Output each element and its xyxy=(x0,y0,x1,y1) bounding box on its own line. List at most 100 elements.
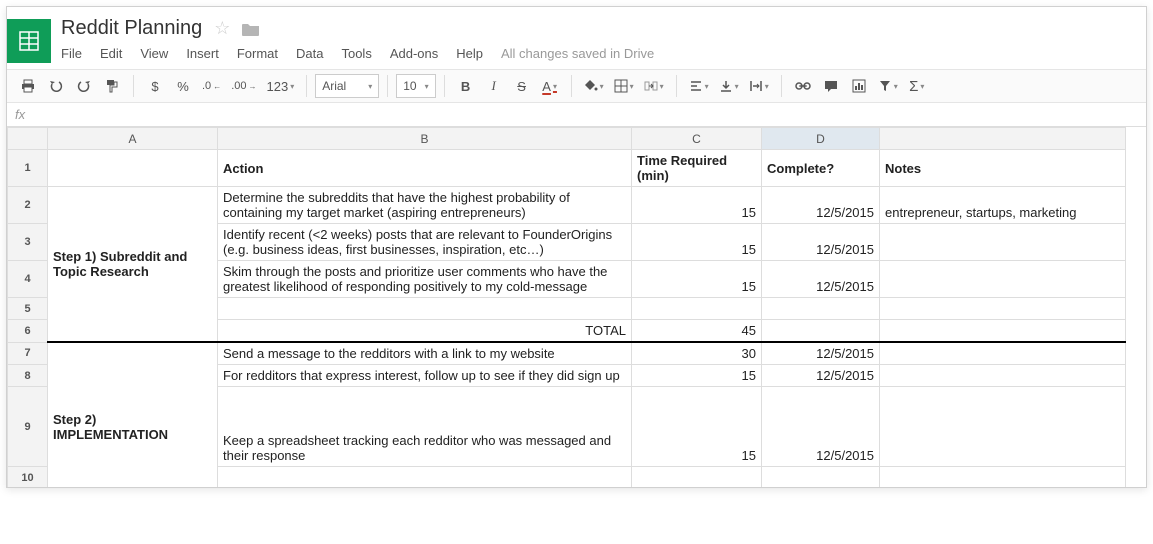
cell[interactable] xyxy=(632,467,762,488)
font-select[interactable]: Arial▾ xyxy=(315,74,379,98)
cell[interactable] xyxy=(48,150,218,187)
cell[interactable]: 45 xyxy=(632,320,762,343)
cell[interactable]: 12/5/2015 xyxy=(762,187,880,224)
row-header-9[interactable]: 9 xyxy=(8,387,48,467)
row-header-1[interactable]: 1 xyxy=(8,150,48,187)
filter-button[interactable]: ▾ xyxy=(874,73,902,99)
cell[interactable] xyxy=(880,365,1126,387)
col-header-B[interactable]: B xyxy=(218,128,632,150)
cell[interactable] xyxy=(762,298,880,320)
insert-chart-button[interactable] xyxy=(846,73,872,99)
cell[interactable]: Step 1) Subreddit and Topic Research xyxy=(48,187,218,343)
cell[interactable]: Complete? xyxy=(762,150,880,187)
cell[interactable]: 15 xyxy=(632,224,762,261)
cell[interactable]: Determine the subreddits that have the h… xyxy=(218,187,632,224)
grid[interactable]: A B C D 1 Action Time Required (min) Com… xyxy=(7,127,1126,487)
menu-addons[interactable]: Add-ons xyxy=(390,46,438,61)
increase-decimal-button[interactable]: .00→ xyxy=(227,73,260,99)
cell[interactable] xyxy=(880,342,1126,365)
bold-button[interactable]: B xyxy=(453,73,479,99)
star-icon[interactable]: ☆ xyxy=(214,18,230,39)
text-color-button[interactable]: A▾ xyxy=(537,73,563,99)
cell[interactable] xyxy=(880,261,1126,298)
cell[interactable]: 12/5/2015 xyxy=(762,387,880,467)
cell[interactable]: 15 xyxy=(632,365,762,387)
cell[interactable]: 12/5/2015 xyxy=(762,261,880,298)
cell[interactable] xyxy=(880,467,1126,488)
cell[interactable]: Action xyxy=(218,150,632,187)
merge-cells-button[interactable]: ▾ xyxy=(640,73,668,99)
sheet-area[interactable]: A B C D 1 Action Time Required (min) Com… xyxy=(7,127,1146,487)
strikethrough-button[interactable]: S xyxy=(509,73,535,99)
cell[interactable] xyxy=(218,298,632,320)
cell[interactable]: Send a message to the redditors with a l… xyxy=(218,342,632,365)
row-header-3[interactable]: 3 xyxy=(8,224,48,261)
menu-data[interactable]: Data xyxy=(296,46,323,61)
row-header-5[interactable]: 5 xyxy=(8,298,48,320)
cell[interactable]: 12/5/2015 xyxy=(762,365,880,387)
cell[interactable]: Identify recent (<2 weeks) posts that ar… xyxy=(218,224,632,261)
cell[interactable] xyxy=(880,320,1126,343)
decrease-decimal-button[interactable]: .0← xyxy=(198,73,225,99)
row-header-7[interactable]: 7 xyxy=(8,342,48,365)
doc-title[interactable]: Reddit Planning xyxy=(61,17,202,40)
percent-button[interactable]: % xyxy=(170,73,196,99)
menu-tools[interactable]: Tools xyxy=(341,46,371,61)
cell[interactable]: Step 2) IMPLEMENTATION xyxy=(48,342,218,487)
menu-format[interactable]: Format xyxy=(237,46,278,61)
cell[interactable]: 12/5/2015 xyxy=(762,342,880,365)
row-header-4[interactable]: 4 xyxy=(8,261,48,298)
borders-button[interactable]: ▾ xyxy=(610,73,638,99)
cell[interactable] xyxy=(218,467,632,488)
cell[interactable] xyxy=(880,387,1126,467)
functions-button[interactable]: Σ▾ xyxy=(904,73,930,99)
italic-button[interactable]: I xyxy=(481,73,507,99)
col-header-E[interactable] xyxy=(880,128,1126,150)
folder-icon[interactable] xyxy=(242,22,260,36)
col-header-C[interactable]: C xyxy=(632,128,762,150)
text-wrap-button[interactable]: ▾ xyxy=(745,73,773,99)
cell[interactable] xyxy=(762,467,880,488)
menu-file[interactable]: File xyxy=(61,46,82,61)
cell[interactable] xyxy=(880,224,1126,261)
paint-format-button[interactable] xyxy=(99,73,125,99)
undo-button[interactable] xyxy=(43,73,69,99)
select-all-corner[interactable] xyxy=(8,128,48,150)
print-button[interactable] xyxy=(15,73,41,99)
number-format-button[interactable]: 123▾ xyxy=(262,73,298,99)
cell[interactable]: For redditors that express interest, fol… xyxy=(218,365,632,387)
menu-insert[interactable]: Insert xyxy=(186,46,219,61)
cell[interactable]: Keep a spreadsheet tracking each reddito… xyxy=(218,387,632,467)
cell[interactable]: entrepreneur, startups, marketing xyxy=(880,187,1126,224)
cell[interactable]: 15 xyxy=(632,387,762,467)
cell[interactable] xyxy=(880,298,1126,320)
col-header-A[interactable]: A xyxy=(48,128,218,150)
redo-button[interactable] xyxy=(71,73,97,99)
menu-edit[interactable]: Edit xyxy=(100,46,122,61)
insert-link-button[interactable] xyxy=(790,73,816,99)
font-size-select[interactable]: 10▾ xyxy=(396,74,435,98)
cell[interactable]: 30 xyxy=(632,342,762,365)
cell[interactable] xyxy=(762,320,880,343)
fill-color-button[interactable]: ▾ xyxy=(580,73,608,99)
v-align-button[interactable]: ▾ xyxy=(715,73,743,99)
cell[interactable]: 12/5/2015 xyxy=(762,224,880,261)
cell[interactable]: Time Required (min) xyxy=(632,150,762,187)
cell[interactable]: Notes xyxy=(880,150,1126,187)
cell[interactable]: 15 xyxy=(632,187,762,224)
cell[interactable]: 15 xyxy=(632,261,762,298)
sheets-logo[interactable] xyxy=(7,19,51,63)
insert-comment-button[interactable] xyxy=(818,73,844,99)
cell[interactable] xyxy=(632,298,762,320)
row-header-8[interactable]: 8 xyxy=(8,365,48,387)
col-header-D[interactable]: D xyxy=(762,128,880,150)
formula-input[interactable] xyxy=(35,103,1138,126)
h-align-button[interactable]: ▾ xyxy=(685,73,713,99)
cell[interactable]: Skim through the posts and prioritize us… xyxy=(218,261,632,298)
row-header-6[interactable]: 6 xyxy=(8,320,48,343)
row-header-2[interactable]: 2 xyxy=(8,187,48,224)
menu-view[interactable]: View xyxy=(140,46,168,61)
cell[interactable]: TOTAL xyxy=(218,320,632,343)
row-header-10[interactable]: 10 xyxy=(8,467,48,488)
menu-help[interactable]: Help xyxy=(456,46,483,61)
